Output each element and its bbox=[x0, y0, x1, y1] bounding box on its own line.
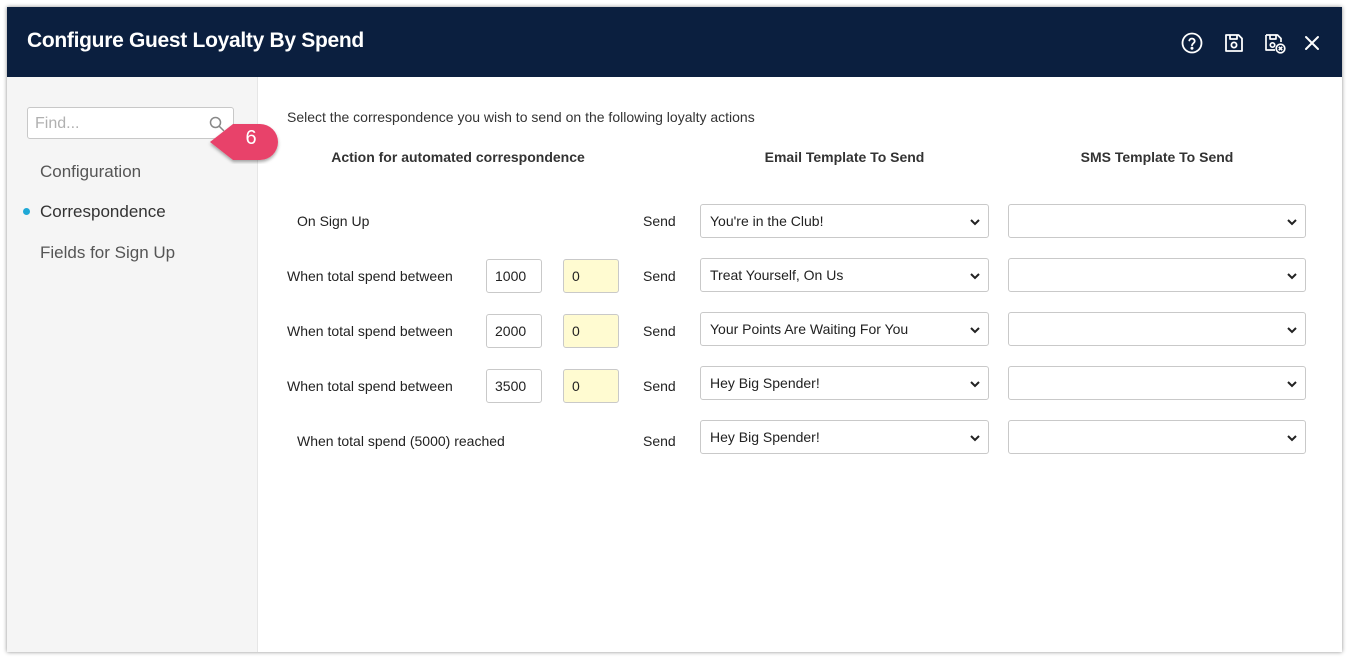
spend-to-input[interactable] bbox=[563, 259, 619, 293]
selected-value: Hey Big Spender! bbox=[710, 429, 820, 445]
chevron-down-icon bbox=[1287, 327, 1297, 334]
chevron-down-icon bbox=[1287, 219, 1297, 226]
chevron-down-icon bbox=[1287, 381, 1297, 388]
send-label: Send bbox=[643, 378, 676, 394]
search-input[interactable] bbox=[33, 109, 207, 139]
save-icon[interactable] bbox=[1222, 31, 1246, 55]
send-label: Send bbox=[643, 213, 676, 229]
email-template-select[interactable]: Hey Big Spender! bbox=[700, 420, 989, 454]
column-header-email: Email Template To Send bbox=[764, 149, 925, 165]
row-label: When total spend between bbox=[287, 378, 453, 394]
send-label: Send bbox=[643, 268, 676, 284]
spend-to-input[interactable] bbox=[563, 369, 619, 403]
row-label: When total spend between bbox=[287, 268, 453, 284]
sms-template-select[interactable] bbox=[1008, 204, 1306, 238]
chevron-down-icon bbox=[970, 219, 980, 226]
spend-from-input[interactable] bbox=[486, 259, 542, 293]
main-panel: Select the correspondence you wish to se… bbox=[258, 77, 1342, 652]
dialog-window: Configure Guest Loyalty By Spend Find...… bbox=[7, 7, 1342, 652]
chevron-down-icon bbox=[970, 273, 980, 280]
spend-from-input[interactable] bbox=[486, 314, 542, 348]
dialog-title: Configure Guest Loyalty By Spend bbox=[27, 29, 364, 52]
chevron-down-icon bbox=[970, 435, 980, 442]
spend-from-input[interactable] bbox=[486, 369, 542, 403]
spend-to-input[interactable] bbox=[563, 314, 619, 348]
email-template-select[interactable]: Treat Yourself, On Us bbox=[700, 258, 989, 292]
column-header-action: Action for automated correspondence bbox=[331, 149, 585, 165]
row-label: When total spend (5000) reached bbox=[297, 433, 505, 449]
email-template-select[interactable]: You're in the Club! bbox=[700, 204, 989, 238]
chevron-down-icon bbox=[1287, 435, 1297, 442]
sms-template-select[interactable] bbox=[1008, 258, 1306, 292]
selected-value: Treat Yourself, On Us bbox=[710, 267, 844, 283]
column-header-sms: SMS Template To Send bbox=[1080, 149, 1234, 165]
dialog-header: Configure Guest Loyalty By Spend bbox=[7, 7, 1342, 77]
instructions-text: Select the correspondence you wish to se… bbox=[287, 109, 755, 125]
selected-value: Your Points Are Waiting For You bbox=[710, 321, 909, 337]
sms-template-select[interactable] bbox=[1008, 312, 1306, 346]
row-label: When total spend between bbox=[287, 323, 453, 339]
chevron-down-icon bbox=[970, 327, 980, 334]
send-label: Send bbox=[643, 323, 676, 339]
help-icon[interactable] bbox=[1180, 31, 1204, 55]
send-label: Send bbox=[643, 433, 676, 449]
row-label: On Sign Up bbox=[297, 213, 370, 229]
save-close-icon[interactable] bbox=[1263, 31, 1287, 55]
sms-template-select[interactable] bbox=[1008, 420, 1306, 454]
sidebar-item-correspondence[interactable]: Correspondence bbox=[40, 202, 166, 222]
email-template-select[interactable]: Hey Big Spender! bbox=[700, 366, 989, 400]
sms-template-select[interactable] bbox=[1008, 366, 1306, 400]
chevron-down-icon bbox=[970, 381, 980, 388]
selected-value: You're in the Club! bbox=[710, 213, 824, 229]
sidebar-item-configuration[interactable]: Configuration bbox=[40, 162, 141, 182]
active-indicator-dot bbox=[23, 208, 30, 215]
selected-value: Hey Big Spender! bbox=[710, 375, 820, 391]
close-icon[interactable] bbox=[1300, 31, 1324, 55]
sidebar-item-fields-for-sign-up[interactable]: Fields for Sign Up bbox=[40, 243, 175, 263]
email-template-select[interactable]: Your Points Are Waiting For You bbox=[700, 312, 989, 346]
chevron-down-icon bbox=[1287, 273, 1297, 280]
search-box bbox=[27, 107, 234, 139]
